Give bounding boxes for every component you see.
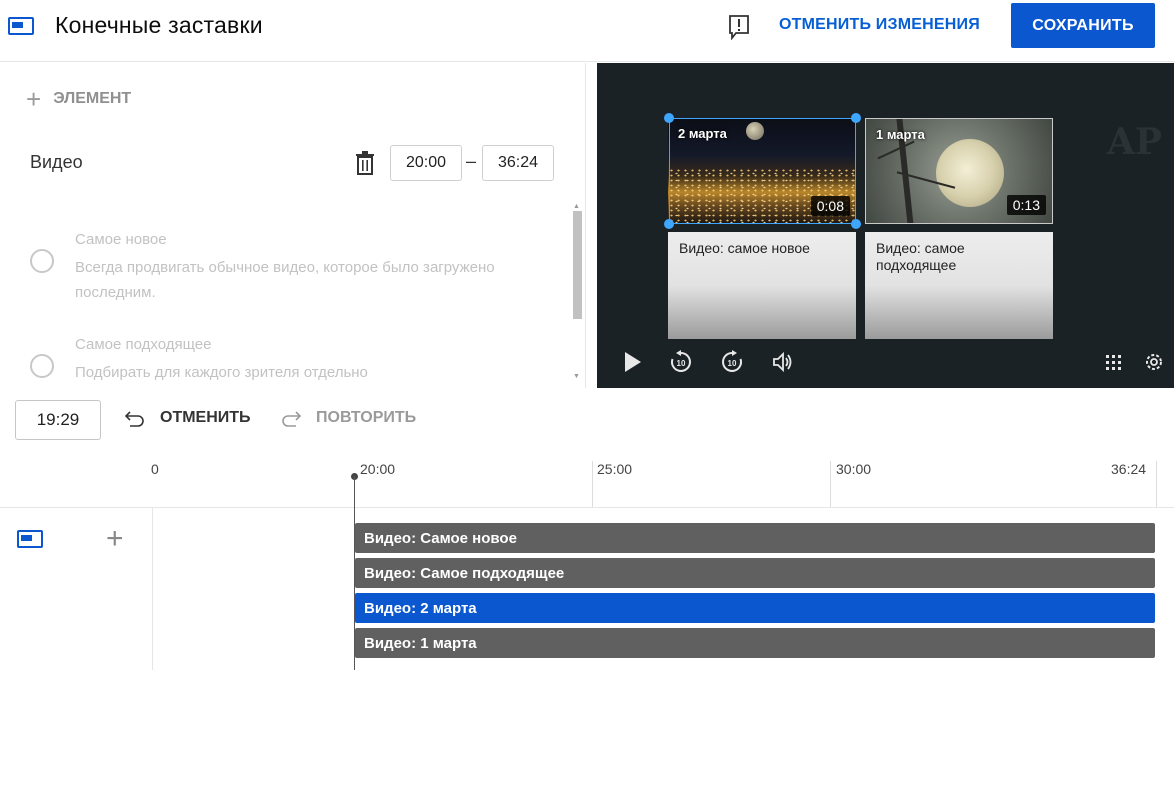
scroll-up-arrow[interactable]: ▲ bbox=[573, 203, 580, 210]
end-time-input[interactable]: 36:24 bbox=[482, 145, 554, 181]
settings-gear-icon[interactable] bbox=[1141, 349, 1167, 375]
playhead[interactable] bbox=[354, 476, 355, 670]
start-time-input[interactable]: 20:00 bbox=[390, 145, 462, 181]
current-time-input[interactable]: 19:29 bbox=[15, 400, 101, 440]
feedback-icon[interactable] bbox=[728, 14, 750, 40]
header: Конечные заставки ОТМЕНИТЬ ИЗМЕНЕНИЯ СОХ… bbox=[0, 0, 1174, 62]
timeline-bar[interactable]: Видео: Самое новое bbox=[355, 523, 1155, 553]
tick-line bbox=[592, 461, 593, 507]
end-screen-track-icon bbox=[17, 530, 43, 548]
radio-button[interactable] bbox=[30, 354, 54, 378]
scrollbar[interactable] bbox=[573, 211, 582, 319]
resize-handle[interactable] bbox=[664, 113, 674, 123]
add-element-button[interactable]: + ЭЛЕМЕНТ bbox=[26, 84, 132, 114]
video-preview: AP 2 марта 0:08 Видео: самое новое 1 мар… bbox=[597, 63, 1174, 388]
tree-branch bbox=[877, 140, 915, 160]
end-screen-card-best[interactable]: 1 марта 0:13 Видео: самое подходящее bbox=[865, 118, 1053, 339]
rewind-10-icon[interactable]: 10 bbox=[668, 349, 694, 375]
trash-icon[interactable] bbox=[354, 150, 376, 176]
tick-label: 20:00 bbox=[360, 461, 396, 477]
undo-icon bbox=[124, 411, 144, 427]
card-caption-box: Видео: самое подходящее bbox=[865, 232, 1053, 339]
video-duration: 0:13 bbox=[1006, 195, 1046, 215]
plus-icon: + bbox=[26, 84, 42, 114]
resize-handle[interactable] bbox=[851, 219, 861, 229]
thumbnail-title: 1 марта bbox=[876, 127, 925, 142]
tick-label: 30:00 bbox=[836, 461, 872, 477]
player-controls: 10 10 bbox=[597, 345, 1174, 385]
add-element-label: ЭЛЕМЕНТ bbox=[53, 90, 132, 107]
volume-icon[interactable] bbox=[770, 349, 796, 375]
option-title: Самое подходящее bbox=[75, 336, 212, 353]
svg-text:10: 10 bbox=[728, 359, 737, 368]
selection-box[interactable] bbox=[669, 118, 856, 224]
timeline-ruler[interactable]: 0 20:00 25:00 30:00 36:24 bbox=[0, 455, 1174, 508]
redo-icon bbox=[282, 411, 302, 427]
tick-label: 25:00 bbox=[597, 461, 633, 477]
redo-label: ПОВТОРИТЬ bbox=[316, 409, 417, 426]
video-thumbnail: 1 марта 0:13 bbox=[865, 118, 1053, 224]
forward-10-icon[interactable]: 10 bbox=[719, 349, 745, 375]
card-caption: Видео: самое подходящее bbox=[876, 240, 965, 273]
element-type-label: Видео bbox=[30, 152, 83, 172]
save-button[interactable]: СОХРАНИТЬ bbox=[1011, 3, 1155, 48]
undo-changes-button[interactable]: ОТМЕНИТЬ ИЗМЕНЕНИЯ bbox=[779, 16, 980, 34]
card-caption: Видео: самое новое bbox=[679, 240, 810, 256]
option-description: Всегда продвигать обычное видео, которое… bbox=[75, 259, 495, 301]
tick-line bbox=[830, 461, 831, 507]
time-range-dash: – bbox=[466, 151, 477, 171]
moon-image bbox=[936, 139, 1004, 207]
play-icon[interactable] bbox=[619, 349, 645, 375]
tick-label: 0 bbox=[151, 461, 159, 477]
timeline-bar[interactable]: Видео: Самое подходящее bbox=[355, 558, 1155, 588]
timeline-bar-selected[interactable]: Видео: 2 марта bbox=[355, 593, 1155, 623]
option-description: Подбирать для каждого зрителя отдельно bbox=[75, 364, 368, 381]
grid-icon[interactable] bbox=[1101, 349, 1127, 375]
scroll-down-arrow[interactable]: ▼ bbox=[573, 373, 580, 380]
track-header: + bbox=[0, 508, 153, 670]
undo-label: ОТМЕНИТЬ bbox=[160, 409, 251, 426]
end-screen-icon bbox=[8, 17, 34, 35]
option-title: Самое новое bbox=[75, 231, 167, 248]
tick-line bbox=[1156, 461, 1157, 507]
tick-label: 36:24 bbox=[1111, 461, 1147, 477]
background-logo-text: AP bbox=[1107, 121, 1163, 163]
undo-button[interactable]: ОТМЕНИТЬ bbox=[124, 408, 251, 428]
card-caption-box: Видео: самое новое bbox=[668, 232, 856, 339]
resize-handle[interactable] bbox=[664, 219, 674, 229]
svg-text:10: 10 bbox=[677, 359, 686, 368]
add-track-element-button[interactable]: + bbox=[106, 522, 124, 556]
timeline-bar[interactable]: Видео: 1 марта bbox=[355, 628, 1155, 658]
resize-handle[interactable] bbox=[851, 113, 861, 123]
redo-button[interactable]: ПОВТОРИТЬ bbox=[280, 408, 416, 428]
radio-button[interactable] bbox=[30, 249, 54, 273]
page-title: Конечные заставки bbox=[55, 12, 263, 38]
element-editor-panel: + ЭЛЕМЕНТ Видео 20:00 – 36:24 Самое ново… bbox=[0, 63, 586, 388]
